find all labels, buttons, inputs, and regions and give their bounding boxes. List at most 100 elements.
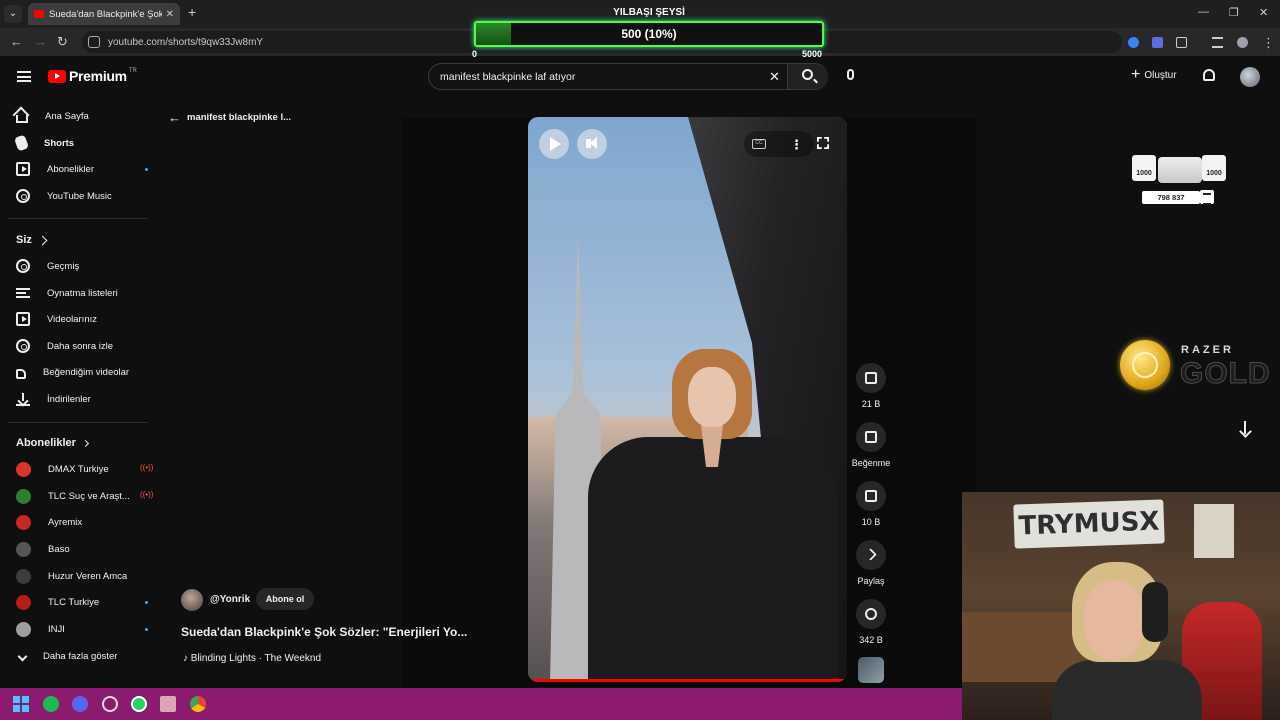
sidebar-item-playlists[interactable]: Oynatma listeleri — [16, 282, 118, 304]
playlists-icon — [16, 288, 30, 298]
new-tab-button[interactable]: + — [188, 4, 196, 20]
remix-button[interactable]: 342 B — [846, 599, 896, 645]
sidebar-item-subscriptions[interactable]: Abonelikler — [16, 158, 148, 180]
extension-icon[interactable] — [1152, 37, 1163, 48]
sidebar-item-label: DMAX Turkiye — [48, 463, 109, 475]
sidebar-item-home[interactable]: Ana Sayfa — [16, 105, 89, 127]
comments-button[interactable]: 10 B — [846, 481, 896, 527]
discord-icon[interactable] — [72, 696, 88, 712]
sidebar-show-more[interactable]: Daha fazla göster — [16, 645, 117, 667]
extension-icon[interactable] — [1128, 37, 1139, 48]
youtube-play-icon — [48, 69, 66, 83]
gold-wordmark: GOLD — [1180, 357, 1271, 391]
search-box[interactable]: manifest blackpinke laf atıyor ✕ — [428, 63, 828, 90]
sidebar-item-label: Daha fazla göster — [43, 650, 118, 662]
shorts-music-link[interactable]: ♪ Blinding Lights · The Weeknd — [183, 653, 321, 664]
goal-title: YILBAŞI ŞEYSİ — [613, 7, 685, 18]
sidebar-item-liked-videos[interactable]: Beğendiğim videolar — [16, 361, 129, 383]
sidebar-item-shorts[interactable]: Shorts — [13, 132, 75, 154]
sidebar-item-watch-later[interactable]: Daha sonra izle — [16, 335, 113, 357]
obs-icon[interactable] — [102, 696, 118, 712]
donation-goal-overlay: YILBAŞI ŞEYSİ 500 (10%) 0 5000 — [472, 4, 826, 59]
channel-avatar[interactable] — [181, 589, 203, 611]
extensions-puzzle-icon[interactable] — [1176, 37, 1187, 48]
sidebar-item-label: Abonelikler — [47, 163, 94, 175]
channel-handle[interactable]: @Yonrik — [210, 594, 250, 605]
shorts-title[interactable]: Sueda'dan Blackpink'e Şok Sözler: "Enerj… — [181, 625, 467, 639]
account-avatar[interactable] — [1240, 67, 1260, 87]
clear-search-icon[interactable]: ✕ — [769, 69, 780, 85]
media-control-icon[interactable] — [1212, 37, 1223, 48]
channel-avatar — [16, 594, 31, 610]
sidebar-item-label: Ayremix — [48, 516, 83, 528]
sidebar-sub-huzur-veren-amca[interactable]: Huzur Veren Amca — [16, 565, 127, 587]
thumbs-up-icon — [865, 372, 877, 384]
channel-avatar — [16, 541, 31, 557]
forward-button[interactable]: → — [34, 34, 47, 49]
shorts-back-button[interactable]: ← manifest blackpinke l... — [168, 110, 291, 125]
webcam-streamer-body — [1052, 660, 1202, 720]
sidebar-sub-tlc-suc[interactable]: TLC Suç ve Araşt... ((•)) — [16, 485, 153, 507]
sidebar-item-your-videos[interactable]: Videolarınız — [16, 308, 97, 330]
youtube-favicon-icon — [34, 10, 44, 18]
dislike-button[interactable]: Beğenme — [846, 422, 896, 468]
browser-tab[interactable]: Sueda'dan Blackpink'e Şok Sözler ✕ — [28, 3, 180, 25]
sidebar-sub-tlc-turkiye[interactable]: TLC Turkiye — [16, 591, 148, 613]
sidebar-item-label: Shorts — [44, 137, 75, 149]
sidebar-divider — [8, 218, 148, 219]
next-short-arrow-icon[interactable] — [1239, 421, 1252, 437]
widget-count: 798 837 — [1142, 191, 1200, 204]
sidebar-item-youtube-music[interactable]: YouTube Music — [16, 185, 112, 207]
site-info-icon[interactable] — [88, 36, 100, 48]
youtube-premium-logo[interactable]: Premium TR — [48, 68, 137, 84]
shorts-video-player[interactable]: CC ⋮ — [528, 117, 847, 682]
reload-button[interactable]: ↻ — [57, 34, 68, 50]
search-input[interactable]: manifest blackpinke laf atıyor — [440, 71, 575, 83]
create-button[interactable]: + Oluştur — [1131, 67, 1177, 83]
back-button[interactable]: ← — [10, 34, 23, 49]
watch-later-icon — [16, 339, 30, 353]
minimize-button[interactable]: — — [1198, 6, 1209, 18]
captions-icon[interactable]: CC — [752, 139, 766, 149]
maximize-button[interactable]: ❐ — [1229, 6, 1239, 19]
goal-max-label: 5000 — [801, 49, 822, 59]
channel-avatar — [16, 621, 31, 637]
photos-icon[interactable] — [160, 696, 176, 712]
razer-gold-coin-logo — [1120, 340, 1170, 390]
liked-icon — [16, 368, 26, 379]
guide-menu-icon[interactable] — [17, 71, 31, 82]
arrow-left-icon: ← — [168, 110, 181, 125]
chrome-icon[interactable] — [190, 696, 206, 712]
windows-start-icon[interactable] — [13, 696, 29, 712]
play-button[interactable] — [539, 129, 569, 159]
search-button[interactable] — [787, 64, 828, 89]
close-tab-icon[interactable]: ✕ — [166, 9, 174, 20]
history-icon — [16, 259, 30, 273]
spotify-icon[interactable] — [43, 696, 59, 712]
sidebar-item-history[interactable]: Geçmiş — [16, 255, 79, 277]
sidebar-item-downloads[interactable]: İndirilenler — [16, 388, 91, 410]
sidebar-item-label: Beğendiğim videolar — [43, 366, 130, 378]
like-button[interactable]: 21 B — [846, 363, 896, 409]
logo-region: TR — [128, 68, 137, 74]
video-progress-bar[interactable] — [528, 679, 847, 682]
sidebar-sub-inji[interactable]: INJI — [16, 618, 148, 640]
sidebar-subscriptions-heading[interactable]: Abonelikler — [16, 437, 89, 449]
webcam-headset — [1142, 582, 1168, 642]
close-window-button[interactable]: ✕ — [1259, 6, 1268, 19]
share-button[interactable]: Paylaş — [846, 540, 896, 586]
whatsapp-icon[interactable] — [131, 696, 147, 712]
sidebar-you-heading[interactable]: Siz — [16, 234, 48, 246]
sidebar-sub-baso[interactable]: Baso — [16, 538, 70, 560]
sidebar-sub-dmax-turkiye[interactable]: DMAX Turkiye ((•)) — [16, 458, 153, 480]
more-options-icon[interactable]: ⋮ — [790, 137, 803, 153]
subscribe-button[interactable]: Abone ol — [256, 588, 314, 610]
tab-search-button[interactable]: ⌄ — [4, 5, 22, 23]
sidebar-sub-ayremix[interactable]: Ayremix — [16, 511, 82, 533]
volume-button[interactable] — [577, 129, 607, 159]
voice-search-icon[interactable] — [847, 69, 854, 80]
sound-channel-thumbnail[interactable] — [858, 657, 884, 683]
browser-menu-icon[interactable]: ⋮ — [1262, 35, 1275, 51]
profile-icon[interactable] — [1237, 37, 1248, 48]
notifications-bell-icon[interactable] — [1203, 69, 1215, 81]
